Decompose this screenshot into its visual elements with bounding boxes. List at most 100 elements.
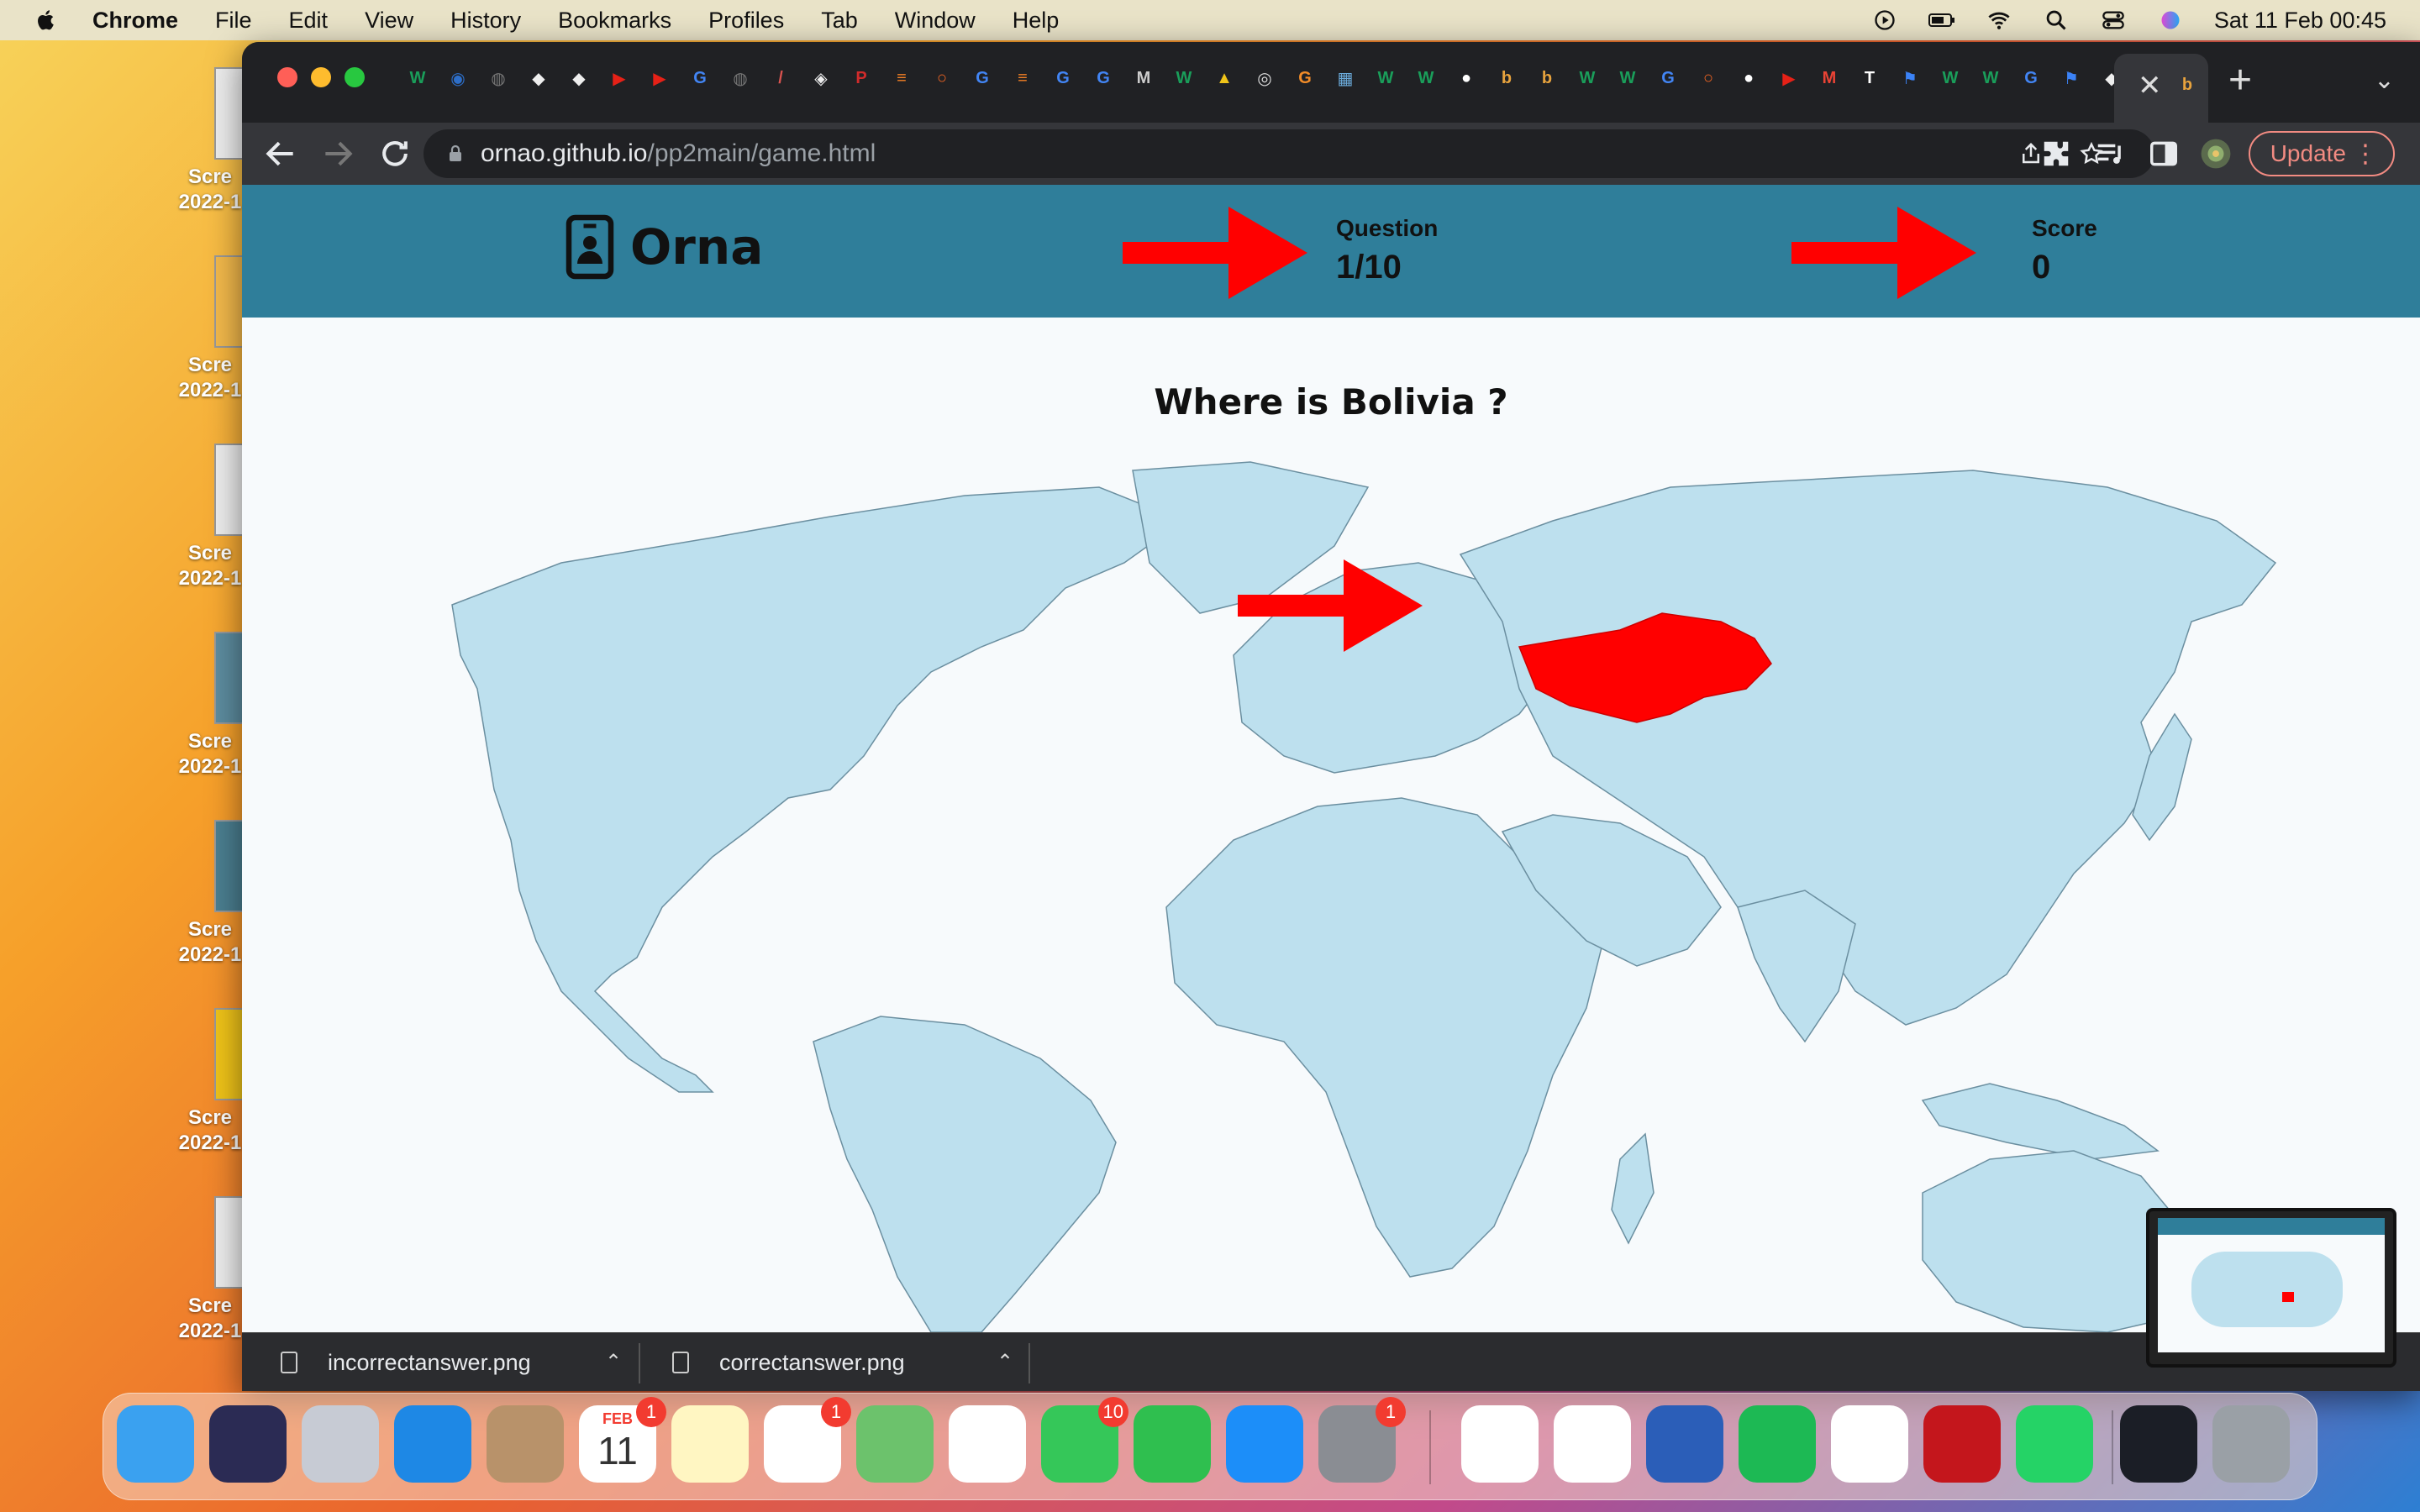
siri-icon[interactable] <box>2157 8 2184 32</box>
menu-edit[interactable]: Edit <box>289 8 329 34</box>
download-item[interactable]: correctanswer.png ⌃ <box>672 1333 1018 1391</box>
tab-favicon[interactable]: W <box>1371 64 1400 92</box>
tab-favicon[interactable]: ◈ <box>807 64 835 92</box>
tab-favicon[interactable]: ◆ <box>565 64 593 92</box>
menu-clock[interactable]: Sat 11 Feb 00:45 <box>2214 8 2386 34</box>
apple-menu-icon[interactable] <box>34 8 59 33</box>
forward-arrow-icon[interactable] <box>319 135 356 172</box>
country-north-america[interactable] <box>451 486 1185 1093</box>
menu-app-name[interactable]: Chrome <box>92 8 178 34</box>
dock-app-contacts[interactable] <box>487 1405 564 1483</box>
battery-icon[interactable] <box>1928 8 1955 32</box>
tab-favicon[interactable]: ● <box>1734 64 1763 92</box>
dock-app-spotify[interactable] <box>1739 1405 1816 1483</box>
spotlight-search-icon[interactable] <box>2043 8 2070 32</box>
tab-favicon[interactable]: ▦ <box>1331 64 1360 92</box>
side-panel-icon[interactable] <box>2148 138 2180 170</box>
menu-file[interactable]: File <box>215 8 252 34</box>
dock-app-maps[interactable] <box>856 1405 934 1483</box>
close-window-button[interactable] <box>277 67 297 87</box>
tab-active[interactable]: ✕ b <box>2114 54 2208 123</box>
dock-app-character[interactable] <box>1831 1405 1908 1483</box>
dock-app-whatsapp[interactable] <box>2016 1405 2093 1483</box>
dock-app-safari[interactable] <box>394 1405 471 1483</box>
tab-favicon[interactable]: G <box>1654 64 1682 92</box>
close-tab-icon[interactable]: ✕ <box>2138 69 2162 102</box>
dock-app-messages[interactable]: 10 <box>1041 1397 1128 1483</box>
dock-app-calendar[interactable]: FEB 11 1 <box>579 1397 666 1483</box>
tab-favicon[interactable]: ▶ <box>605 64 634 92</box>
tab-favicon[interactable]: W <box>1573 64 1602 92</box>
tab-favicon[interactable]: W <box>403 64 432 92</box>
extensions-puzzle-icon[interactable] <box>2040 138 2072 170</box>
dock-app-word[interactable] <box>1646 1405 1723 1483</box>
tab-favicon[interactable]: G <box>1049 64 1077 92</box>
tab-favicon[interactable]: ◆ <box>524 64 553 92</box>
dock-app-reminders[interactable]: 1 <box>764 1397 851 1483</box>
tab-favicon[interactable]: W <box>1613 64 1642 92</box>
chevron-up-icon[interactable]: ⌃ <box>605 1350 627 1374</box>
tab-favicon[interactable]: G <box>686 64 714 92</box>
tab-favicon[interactable]: W <box>1936 64 1965 92</box>
tab-favicon[interactable]: / <box>766 64 795 92</box>
tab-favicon[interactable]: b <box>1533 64 1561 92</box>
dock-app-photos[interactable] <box>949 1405 1026 1483</box>
back-arrow-icon[interactable] <box>262 135 299 172</box>
tab-favicon[interactable]: G <box>1291 64 1319 92</box>
dock-app-launchpad[interactable] <box>302 1405 379 1483</box>
dock-app-system-preferences[interactable]: 1 <box>1318 1397 1406 1483</box>
dock-app-trash[interactable] <box>2212 1405 2290 1483</box>
country-south-america[interactable] <box>813 1016 1117 1332</box>
dock-app-acrobat[interactable] <box>1923 1405 2001 1483</box>
screenshot-thumbnail[interactable] <box>2146 1208 2396 1368</box>
tab-favicon[interactable]: ◉ <box>444 64 472 92</box>
tab-favicon[interactable]: ≡ <box>1008 64 1037 92</box>
tab-favicon[interactable]: ▶ <box>645 64 674 92</box>
tab-favicon[interactable]: M <box>1129 64 1158 92</box>
menu-profiles[interactable]: Profiles <box>708 8 784 34</box>
reload-icon[interactable] <box>376 135 413 172</box>
tab-favicon[interactable]: ≡ <box>887 64 916 92</box>
tab-favicon[interactable]: W <box>1412 64 1440 92</box>
tab-favicon[interactable]: ⚑ <box>2057 64 2086 92</box>
new-tab-button[interactable]: + <box>2228 57 2252 103</box>
menu-bookmarks[interactable]: Bookmarks <box>558 8 671 34</box>
tab-favicon[interactable]: G <box>968 64 997 92</box>
dock-app-notes[interactable] <box>671 1405 749 1483</box>
country-india[interactable] <box>1737 890 1856 1043</box>
more-vertical-icon[interactable]: ⋮ <box>2353 139 2378 169</box>
download-item[interactable]: incorrectanswer.png ⌃ <box>281 1333 627 1391</box>
lock-icon[interactable] <box>445 144 466 164</box>
tab-favicon[interactable]: P <box>847 64 876 92</box>
tab-favicon[interactable]: ● <box>1452 64 1481 92</box>
menu-help[interactable]: Help <box>1013 8 1060 34</box>
menu-view[interactable]: View <box>365 8 413 34</box>
dock-app-slack[interactable] <box>1554 1405 1631 1483</box>
control-center-icon[interactable] <box>2100 8 2127 32</box>
tab-favicon[interactable]: ○ <box>1694 64 1723 92</box>
brand[interactable]: Orna <box>565 213 763 281</box>
minimize-window-button[interactable] <box>311 67 331 87</box>
tab-favicon[interactable]: G <box>2017 64 2045 92</box>
tab-favicon[interactable]: ▶ <box>1775 64 1803 92</box>
dock-app-chrome[interactable] <box>1461 1405 1539 1483</box>
profile-avatar[interactable] <box>2200 138 2232 170</box>
dock-app-siri[interactable] <box>209 1405 287 1483</box>
play-status-icon[interactable] <box>1871 8 1898 32</box>
zoom-window-button[interactable] <box>345 67 365 87</box>
tab-favicon[interactable]: ◎ <box>1250 64 1279 92</box>
address-bar[interactable]: ornao.github.io/pp2main/game.html <box>424 129 2154 178</box>
tab-favicon[interactable]: ○ <box>928 64 956 92</box>
media-queue-icon[interactable] <box>2094 138 2126 170</box>
dock-app-finder[interactable] <box>117 1405 194 1483</box>
tab-favicon[interactable]: W <box>1170 64 1198 92</box>
country-madagascar[interactable] <box>1611 1132 1655 1245</box>
tab-favicon[interactable]: ◍ <box>484 64 513 92</box>
tab-favicon[interactable]: b <box>1492 64 1521 92</box>
tab-favicon[interactable]: ⚑ <box>1896 64 1924 92</box>
tab-favicon[interactable]: G <box>1089 64 1118 92</box>
tab-favicon[interactable]: ◍ <box>726 64 755 92</box>
dock-app-app-store[interactable] <box>1226 1405 1303 1483</box>
menu-tab[interactable]: Tab <box>821 8 858 34</box>
tab-search-chevron-icon[interactable]: ⌄ <box>2374 66 2395 95</box>
